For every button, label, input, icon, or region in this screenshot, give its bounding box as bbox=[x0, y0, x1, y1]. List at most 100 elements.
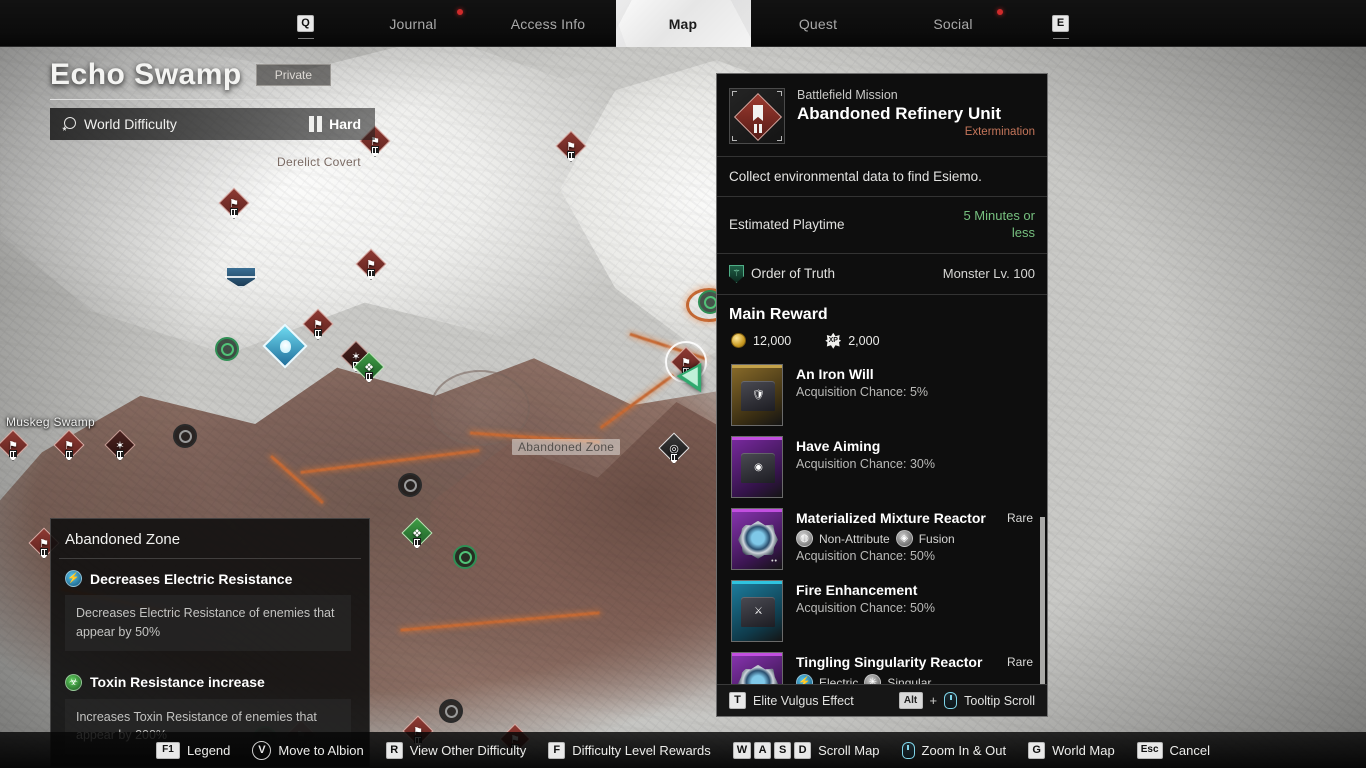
action-difficulty-level-rewards[interactable]: F Difficulty Level Rewards bbox=[548, 741, 711, 759]
tab-map[interactable]: Map bbox=[615, 0, 751, 47]
map-label-derelict-covert: Derelict Covert bbox=[277, 155, 361, 169]
privacy-badge[interactable]: Private bbox=[255, 64, 332, 86]
fusion-icon: ◈ bbox=[895, 530, 913, 548]
map-marker-poi[interactable] bbox=[439, 699, 463, 723]
faction-icon: ⚚ bbox=[729, 264, 744, 283]
tab-access-info[interactable]: Access Info bbox=[481, 0, 616, 47]
mission-objective-type: Extermination bbox=[964, 126, 1035, 139]
map-marker-target[interactable]: ◎ bbox=[658, 432, 690, 464]
reward-item[interactable]: •• Materialized Mixture Reactor ◍ Non-At… bbox=[717, 503, 1047, 575]
map-marker-poi[interactable] bbox=[173, 424, 197, 448]
reward-chance: Acquisition Chance: 30% bbox=[796, 457, 935, 472]
reward-item[interactable]: ⚔ Fire Enhancement Acquisition Chance: 5… bbox=[717, 575, 1047, 647]
mission-header: Battlefield Mission Abandoned Refinery U… bbox=[717, 74, 1047, 156]
tooltip-scroll-hint[interactable]: Alt + Tooltip Scroll bbox=[898, 692, 1035, 709]
next-tab-key[interactable]: E bbox=[1051, 14, 1071, 39]
map-marker-resource[interactable]: ❖ bbox=[401, 517, 433, 549]
map-marker-elite[interactable]: ✶ bbox=[104, 429, 136, 461]
action-label: Difficulty Level Rewards bbox=[572, 742, 711, 758]
reward-item[interactable]: 🛡 An Iron Will Acquisition Chance: 5% bbox=[717, 359, 1047, 431]
world-difficulty-label: World Difficulty bbox=[84, 116, 177, 132]
action-label: Cancel bbox=[1169, 742, 1210, 758]
globe-star-icon bbox=[62, 117, 76, 131]
action-label: World Map bbox=[1052, 742, 1115, 758]
map-marker-mission[interactable]: ⚑ bbox=[53, 429, 85, 461]
map-marker-outpost[interactable] bbox=[215, 337, 239, 361]
electric-icon: ⚡ bbox=[796, 674, 813, 684]
map-marker-mission[interactable]: ⚑ bbox=[355, 248, 387, 280]
mouse-wheel-icon bbox=[901, 741, 915, 759]
key-w: W bbox=[732, 741, 752, 759]
key-q: Q bbox=[297, 15, 314, 32]
reward-name: Fire Enhancement bbox=[796, 581, 918, 598]
rewards-scrollbar[interactable] bbox=[1040, 516, 1045, 684]
map-marker-poi[interactable] bbox=[398, 473, 422, 497]
world-difficulty-bar[interactable]: World Difficulty Hard bbox=[50, 108, 375, 140]
action-label: Scroll Map bbox=[818, 742, 880, 758]
scrollbar-thumb[interactable] bbox=[1040, 516, 1045, 684]
map-marker-mission[interactable]: ⚑ bbox=[302, 308, 334, 340]
prev-tab-key[interactable]: Q bbox=[296, 14, 316, 39]
reward-rarity: Rare bbox=[1006, 654, 1033, 669]
reward-chance: Acquisition Chance: 50% bbox=[796, 601, 935, 616]
action-legend[interactable]: F1 Legend bbox=[156, 741, 230, 759]
reward-thumbnail: •• bbox=[731, 507, 783, 570]
gold-reward: 12,000 bbox=[731, 333, 791, 349]
action-cancel[interactable]: Esc Cancel bbox=[1136, 741, 1210, 759]
currency-rewards: 12,000 XP 2,000 bbox=[717, 331, 1047, 359]
action-world-map[interactable]: G World Map bbox=[1028, 741, 1115, 759]
reward-thumbnail: ◉ bbox=[731, 435, 783, 498]
key-t: T bbox=[729, 692, 746, 709]
map-marker-outpost[interactable] bbox=[453, 545, 477, 569]
reward-name: An Iron Will bbox=[796, 365, 874, 382]
map-marker-mission[interactable]: ⚑ bbox=[555, 130, 587, 162]
mission-header-text: Battlefield Mission Abandoned Refinery U… bbox=[797, 88, 1035, 138]
zone-effect-head: ⚡ Decreases Electric Resistance bbox=[65, 570, 355, 587]
reward-thumbnail: •• bbox=[731, 651, 783, 684]
mission-faction-row: ⚚ Order of Truth Monster Lv. 100 bbox=[717, 254, 1047, 294]
map-marker-waypoint[interactable] bbox=[262, 323, 308, 369]
mission-rewards-scroll-area[interactable]: Main Reward 12,000 XP 2,000 🛡 An Iron Wi… bbox=[717, 295, 1047, 684]
non-attribute-icon: ◍ bbox=[796, 530, 813, 548]
monster-level: Monster Lv. 100 bbox=[942, 266, 1035, 282]
reward-name: Have Aiming bbox=[796, 437, 881, 454]
action-view-other-difficulty[interactable]: R View Other Difficulty bbox=[385, 741, 526, 759]
reward-chance: Acquisition Chance: 5% bbox=[796, 385, 929, 400]
tab-quest[interactable]: Quest bbox=[751, 0, 886, 47]
shield-icon: 🛡 bbox=[752, 389, 765, 401]
tab-label: Journal bbox=[389, 15, 437, 32]
tab-label: Access Info bbox=[510, 15, 586, 32]
elite-effect-hint[interactable]: T Elite Vulgus Effect bbox=[729, 692, 854, 709]
reward-name: Materialized Mixture Reactor bbox=[796, 509, 986, 526]
reward-attributes: ⚡ Electric ✳ Singular bbox=[796, 674, 1035, 684]
action-move-to-albion[interactable]: V Move to Albion bbox=[252, 740, 364, 760]
map-marker-mission[interactable]: ⚑ bbox=[0, 429, 29, 461]
faction-info: ⚚ Order of Truth bbox=[729, 264, 835, 283]
reward-rarity: Rare bbox=[1006, 510, 1033, 525]
key-esc: Esc bbox=[1136, 741, 1163, 759]
playtime-value: 5 Minutes or less bbox=[963, 208, 1035, 240]
mission-playtime-row: Estimated Playtime 5 Minutes or less bbox=[717, 197, 1047, 253]
reward-item[interactable]: •• Tingling Singularity Reactor ⚡ Electr… bbox=[717, 647, 1047, 684]
mission-panel-footer: T Elite Vulgus Effect Alt + Tooltip Scro… bbox=[717, 684, 1047, 716]
action-zoom-in-out[interactable]: Zoom In & Out bbox=[901, 741, 1006, 759]
action-scroll-map[interactable]: W A S D Scroll Map bbox=[732, 741, 880, 759]
tab-journal[interactable]: Journal bbox=[346, 0, 481, 47]
map-marker-gateway[interactable] bbox=[225, 268, 257, 298]
xp-amount: 2,000 bbox=[848, 333, 880, 348]
difficulty-level-icon bbox=[309, 116, 323, 132]
key-e: E bbox=[1052, 15, 1069, 32]
reward-item[interactable]: ◉ Have Aiming Acquisition Chance: 30% bbox=[717, 431, 1047, 503]
playtime-label: Estimated Playtime bbox=[729, 217, 845, 233]
key-g: G bbox=[1028, 741, 1046, 759]
key-alt: Alt bbox=[898, 692, 923, 709]
mission-kind: Battlefield Mission bbox=[797, 88, 898, 102]
mouse-wheel-icon bbox=[944, 692, 958, 709]
zone-effects-tooltip: Abandoned Zone ⚡ Decreases Electric Resi… bbox=[50, 518, 370, 767]
tab-social[interactable]: Social bbox=[886, 0, 1021, 47]
map-marker-resource[interactable]: ❖ bbox=[353, 351, 385, 383]
reward-chance: Acquisition Chance: 50% bbox=[796, 549, 935, 564]
map-marker-mission[interactable]: ⚑ bbox=[218, 187, 250, 219]
zone-effect-item: ⚡ Decreases Electric Resistance Decrease… bbox=[51, 559, 369, 651]
reward-info: An Iron Will Acquisition Chance: 5% bbox=[796, 364, 1035, 400]
